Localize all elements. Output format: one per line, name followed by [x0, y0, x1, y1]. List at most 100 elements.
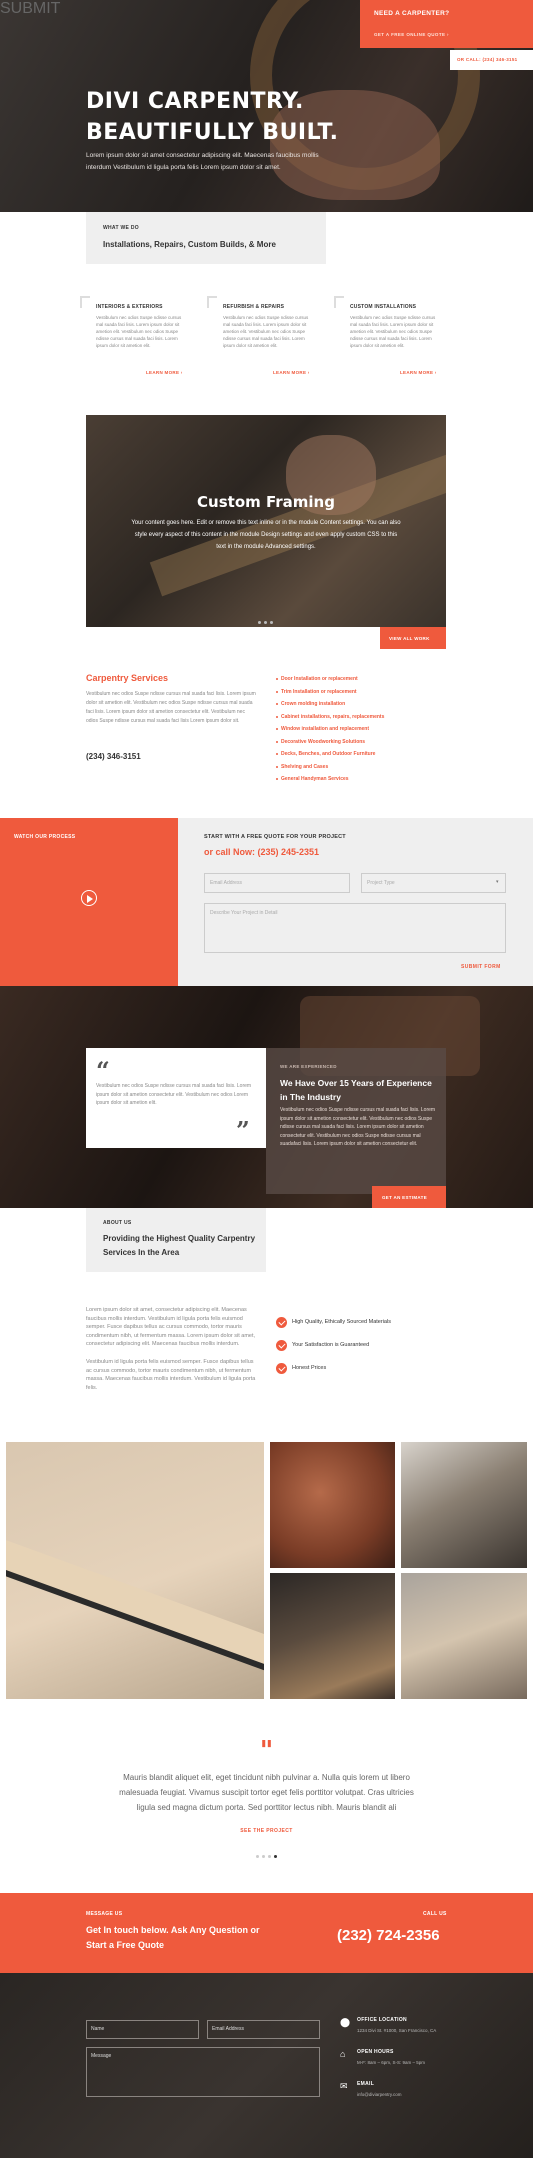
- carpentry-phone[interactable]: (234) 346-3151: [86, 752, 141, 761]
- location-pin-icon: ⬤: [340, 2017, 351, 2027]
- button-label: VIEW ALL WORK: [389, 636, 430, 641]
- section-heading: Installations, Repairs, Custom Builds, &…: [103, 240, 276, 249]
- carpentry-services-title: Carpentry Services: [86, 673, 169, 683]
- check-label: High Quality, Ethically Sourced Material…: [292, 1319, 391, 1325]
- slide-dot[interactable]: [264, 621, 267, 624]
- message-kicker: MESSAGE US: [86, 1911, 123, 1917]
- home-icon: ⌂: [340, 2049, 346, 2059]
- check-icon: [276, 1317, 287, 1328]
- form-kicker: START WITH A FREE QUOTE FOR YOUR PROJECT: [204, 834, 346, 840]
- button-label: GET AN ESTIMATE: [382, 1195, 427, 1200]
- get-estimate-button[interactable]: GET AN ESTIMATE: [372, 1186, 446, 1208]
- corner-bracket-icon: [80, 296, 90, 308]
- quote-callout: NEED A CARPENTER? GET A FREE ONLINE QUOT…: [360, 0, 533, 48]
- call-kicker: CALL US: [423, 1911, 447, 1917]
- message-field[interactable]: Message: [86, 2047, 320, 2097]
- slide-dot[interactable]: [270, 621, 273, 624]
- about-kicker: ABOUT US: [103, 1220, 132, 1226]
- project-type-select[interactable]: Project Type ▾: [361, 873, 506, 893]
- email-placeholder: Email Address: [212, 2026, 244, 2032]
- list-item: Decks, Benches, and Outdoor Furniture: [276, 748, 384, 761]
- service-text: Vestibulum nec odios Suspe ndisse cursus…: [223, 315, 309, 348]
- list-item: Door Installation or replacement: [276, 673, 384, 686]
- call-button[interactable]: OR CALL: (234) 346-3151: [450, 50, 533, 70]
- check-label: Your Satisfaction is Guaranteed: [292, 1342, 370, 1348]
- envelope-icon: ✉: [340, 2081, 348, 2091]
- gallery-image-saw[interactable]: [401, 1442, 527, 1568]
- view-all-work-button[interactable]: VIEW ALL WORK: [380, 627, 446, 649]
- info-title: OFFICE LOCATION: [357, 2017, 407, 2023]
- list-item: Decorative Woodworking Solutions: [276, 736, 384, 749]
- list-item: Crown molding installation: [276, 698, 384, 711]
- list-item: General Handyman Services: [276, 773, 384, 786]
- experience-kicker: WE ARE EXPERIENCED: [280, 1064, 337, 1069]
- slide-dot[interactable]: [258, 621, 261, 624]
- what-we-do-box: WHAT WE DO Installations, Repairs, Custo…: [86, 212, 326, 264]
- info-text: M-F: 8am – 6pm, S-S: 9am – 5pm: [357, 2060, 426, 2065]
- message-placeholder: Message: [91, 2053, 112, 2059]
- about-paragraph: Vestibulum id ligula porta felis euismod…: [86, 1359, 256, 1391]
- about-box: ABOUT US Providing the Highest Quality C…: [86, 1208, 266, 1272]
- slide-dot[interactable]: [268, 1855, 271, 1858]
- service-title: REFURBISH & REPAIRS: [223, 304, 285, 310]
- wood-board-shape: [6, 1538, 264, 1674]
- open-quote-icon: “: [96, 1056, 110, 1085]
- services-list: Door Installation or replacement Trim In…: [276, 673, 384, 786]
- close-quote-icon: ”: [236, 1116, 250, 1145]
- slide-dot[interactable]: [262, 1855, 265, 1858]
- message-band: MESSAGE US Get In touch below. Ask Any Q…: [0, 1893, 533, 1973]
- form-phone[interactable]: or call Now: (235) 245-2351: [204, 847, 319, 857]
- name-placeholder: Name: [91, 2026, 105, 2032]
- list-item: Trim Installation or replacement: [276, 686, 384, 699]
- project-detail-field[interactable]: Describe Your Project in Detail: [204, 903, 506, 953]
- check-label: Honest Prices: [292, 1365, 327, 1371]
- project-type-placeholder: Project Type: [367, 880, 395, 886]
- free-quote-link[interactable]: GET A FREE ONLINE QUOTE ›: [374, 32, 449, 37]
- learn-more-link[interactable]: LEARN MORE ›: [400, 370, 437, 375]
- section-kicker: WHAT WE DO: [103, 225, 139, 231]
- info-text[interactable]: info@diviarpentry.com: [357, 2092, 402, 2097]
- hero-text: Lorem ipsum dolor sit amet consectetur a…: [86, 152, 319, 171]
- hero-title: DIVI CARPENTRY. BEAUTIFULLY BUILT.: [86, 89, 339, 145]
- call-label: OR CALL: (234) 346-3151: [457, 57, 518, 62]
- check-icon: [276, 1340, 287, 1351]
- submit-form-button[interactable]: SUBMIT FORM: [461, 964, 501, 970]
- slider-pagination[interactable]: [258, 611, 276, 627]
- learn-more-link[interactable]: LEARN MORE ›: [273, 370, 310, 375]
- testimonial-pagination[interactable]: [256, 1845, 280, 1863]
- gallery-image-chair[interactable]: [401, 1573, 527, 1699]
- check-icon: [276, 1363, 287, 1374]
- slider-title: Custom Framing: [197, 493, 335, 511]
- quote-card: “ Vestibulum nec odios Suspe ndisse curs…: [86, 1048, 266, 1148]
- about-paragraph: Lorem ipsum dolor sit amet, consectetur …: [86, 1307, 256, 1347]
- footer-submit-button[interactable]: SUBMIT: [0, 0, 60, 18]
- slide-dot[interactable]: [256, 1855, 259, 1858]
- see-project-link[interactable]: SEE THE PROJECT: [0, 1828, 533, 1834]
- message-heading: Get In touch below. Ask Any Question or …: [86, 1925, 260, 1950]
- service-text: Vestibulum nec odios Suspe ndisse cursus…: [350, 315, 436, 348]
- list-item: Window installation and replacement: [276, 723, 384, 736]
- slide-dot-active[interactable]: [274, 1855, 277, 1858]
- corner-bracket-icon: [207, 296, 217, 308]
- play-icon[interactable]: [81, 890, 97, 906]
- callout-title: NEED A CARPENTER?: [374, 10, 450, 17]
- footer-email-field[interactable]: Email Address: [207, 2020, 320, 2039]
- watch-process-panel: WATCH OUR PROCESS: [0, 818, 178, 986]
- gallery-image-board[interactable]: [6, 1442, 264, 1699]
- custom-framing-slider: Custom Framing Your content goes here. E…: [86, 415, 446, 627]
- quote-text: Vestibulum nec odios Suspe ndisse cursus…: [96, 1083, 252, 1106]
- process-title: WATCH OUR PROCESS: [14, 834, 76, 840]
- info-title: EMAIL: [357, 2081, 375, 2087]
- corner-bracket-icon: [334, 296, 344, 308]
- gallery-image-workshop[interactable]: [270, 1573, 395, 1699]
- gallery-image-carving[interactable]: [270, 1442, 395, 1568]
- call-phone[interactable]: (232) 724-2356: [337, 1927, 440, 1944]
- service-text: Vestibulum nec odios Suspe ndisse cursus…: [96, 315, 182, 348]
- testimonial-quote-icon: ": [259, 1736, 274, 1766]
- email-field[interactable]: Email Address: [204, 873, 350, 893]
- learn-more-link[interactable]: LEARN MORE ›: [146, 370, 183, 375]
- name-field[interactable]: Name: [86, 2020, 199, 2039]
- experience-card: WE ARE EXPERIENCED We Have Over 15 Years…: [266, 1048, 446, 1194]
- service-title: INTERIORS & EXTERIORS: [96, 304, 163, 310]
- list-item: Cabinet installations, repairs, replacem…: [276, 711, 384, 724]
